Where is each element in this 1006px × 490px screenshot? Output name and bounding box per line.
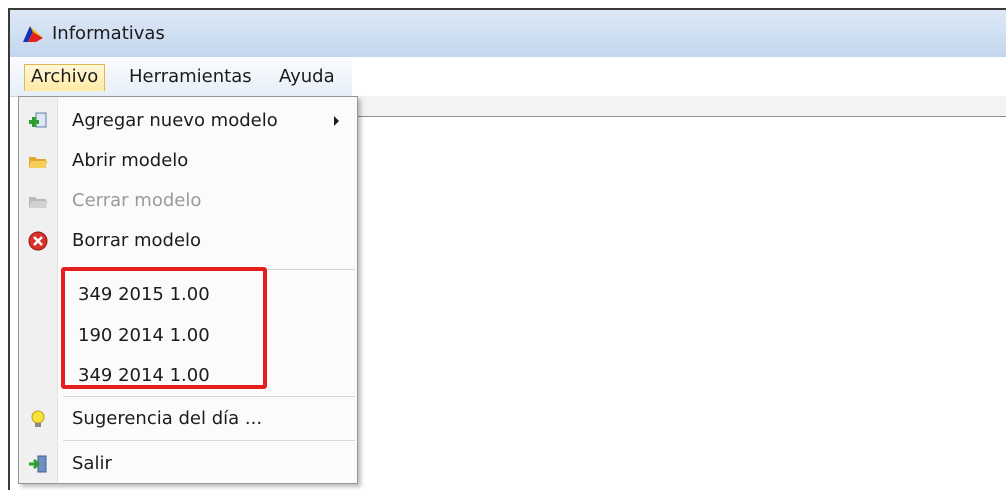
- exit-icon: [29, 455, 47, 473]
- menu-archivo[interactable]: Archivo: [24, 64, 106, 91]
- menu-item-abrir-modelo[interactable]: Abrir modelo: [19, 141, 357, 181]
- menu-ayuda[interactable]: Ayuda: [273, 64, 341, 90]
- window-title: Informativas: [52, 23, 165, 44]
- open-folder-icon: [29, 157, 48, 168]
- menu-item-label: Abrir modelo: [72, 150, 189, 171]
- menu-item-label: Agregar nuevo modelo: [72, 110, 278, 131]
- menu-item-label: Sugerencia del día ...: [72, 408, 263, 429]
- menu-separator: [63, 396, 355, 398]
- menu-herramientas[interactable]: Herramientas: [123, 64, 258, 90]
- close-folder-icon: [29, 197, 48, 208]
- title-bar: Informativas: [10, 10, 1006, 57]
- recent-models-highlight: [61, 267, 267, 389]
- app-logo-icon: [23, 26, 43, 42]
- menu-item-label: Borrar modelo: [72, 230, 202, 251]
- delete-icon: [28, 231, 48, 251]
- menu-item-label: Cerrar modelo: [72, 190, 202, 211]
- menu-item-salir[interactable]: Salir: [19, 444, 357, 484]
- add-model-icon: [29, 112, 47, 128]
- toolbar: [352, 96, 1006, 116]
- menu-item-label: Salir: [72, 453, 112, 474]
- menu-item-borrar-modelo[interactable]: Borrar modelo: [19, 221, 357, 261]
- toolbar-divider: [352, 116, 1006, 117]
- menu-bar-empty: [352, 58, 1006, 96]
- submenu-arrow-icon: [334, 116, 339, 126]
- archivo-dropdown-menu: Agregar nuevo modelo Abrir modelo Cerrar…: [18, 96, 358, 484]
- lightbulb-icon: [31, 410, 45, 427]
- menu-item-sugerencia-del-dia[interactable]: Sugerencia del día ...: [19, 399, 357, 439]
- app-window: Informativas Archivo Herramientas Ayuda …: [8, 8, 1006, 490]
- menu-item-cerrar-modelo: Cerrar modelo: [19, 181, 357, 221]
- menu-separator: [63, 440, 355, 442]
- menu-bar: Archivo Herramientas Ayuda: [10, 58, 352, 97]
- menu-item-agregar-nuevo-modelo[interactable]: Agregar nuevo modelo: [19, 101, 357, 141]
